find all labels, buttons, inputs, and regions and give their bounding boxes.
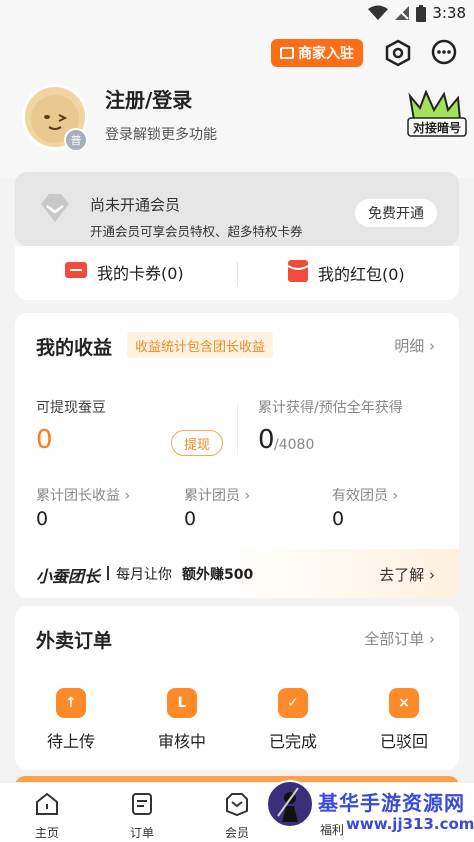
coupon-row: 我的卡券(0) 我的红包(0) [15, 246, 459, 300]
withdrawable-value: 0 [36, 425, 53, 455]
all-orders-link[interactable]: 全部订单 › [364, 628, 435, 649]
member-description: 开通会员可享会员特权、超多特权卡券 [90, 224, 303, 239]
watermark-logo [266, 780, 314, 828]
team-leader-banner[interactable]: 小蚕团长 每月让你 额外赚500 去了解 › [15, 549, 459, 598]
withdrawable-label: 可提现蚕豆 [36, 400, 106, 416]
tab-member[interactable]: 会员 [207, 791, 267, 841]
status-time: 3:38 [432, 4, 466, 22]
earnings-detail-link[interactable]: 明细 › [394, 335, 435, 356]
shop-icon [280, 47, 294, 59]
stat-active-members[interactable]: 有效团员 › [332, 485, 398, 505]
order-status-pending-upload[interactable]: ↑ 待上传 [21, 688, 121, 752]
order-list-icon [132, 793, 152, 815]
total-earned-estimate: /4080 [274, 437, 315, 453]
learn-more-link[interactable]: 去了解 › [379, 564, 435, 585]
order-status-rejected[interactable]: × 已驳回 [354, 688, 454, 752]
orders-card: 外卖订单 全部订单 › ↑ 待上传 L 审核中 ✓ 已完成 × 已驳回 [15, 606, 459, 770]
wifi-icon [368, 5, 389, 21]
stat-active-members-value: 0 [332, 508, 345, 530]
home-icon [36, 792, 58, 815]
battery-icon [416, 4, 427, 22]
merchant-join-button[interactable]: 商家入驻 [271, 39, 363, 67]
login-title[interactable]: 注册/登录 [105, 84, 192, 113]
team-leader-brand: 小蚕团长 [36, 567, 101, 586]
close-icon: × [389, 688, 419, 718]
withdraw-button[interactable]: 提现 [171, 430, 223, 456]
status-bar: 3:38 [0, 0, 474, 28]
stat-leader-earnings[interactable]: 累计团长收益 › [36, 485, 130, 505]
stat-members-value: 0 [184, 508, 197, 530]
clock-icon: L [167, 688, 197, 718]
earnings-card: 我的收益 收益统计包含团长收益 明细 › 可提现蚕豆 0 提现 累计获得/预估全… [15, 313, 459, 598]
coupon-icon [65, 261, 87, 283]
svg-text:对接暗号: 对接暗号 [413, 120, 461, 135]
tab-home[interactable]: 主页 [17, 791, 77, 841]
upload-icon: ↑ [56, 688, 86, 718]
settings-icon[interactable] [384, 39, 412, 67]
free-open-button[interactable]: 免费开通 [355, 199, 437, 227]
message-icon[interactable] [430, 39, 458, 67]
divider [107, 566, 109, 580]
divider [237, 403, 238, 455]
login-subtitle: 登录解锁更多功能 [105, 127, 217, 143]
member-title: 尚未开通会员 [90, 196, 181, 214]
my-redpacks-link[interactable]: 我的红包(0) [287, 260, 405, 286]
divider [237, 262, 238, 286]
check-icon: ✓ [278, 688, 308, 718]
order-status-completed[interactable]: ✓ 已完成 [243, 688, 343, 752]
member-shield-icon [226, 793, 248, 817]
signal-off-icon [394, 5, 410, 21]
earnings-tag: 收益统计包含团长收益 [127, 332, 274, 358]
order-status-reviewing[interactable]: L 审核中 [132, 688, 232, 752]
orders-title: 外卖订单 [36, 630, 113, 652]
watermark-url: www.jj313.com [346, 815, 474, 833]
my-coupons-link[interactable]: 我的卡券(0) [65, 260, 184, 284]
total-earned-label: 累计获得/预估全年获得 [258, 400, 403, 416]
red-packet-icon [287, 260, 309, 286]
stat-members[interactable]: 累计团员 › [184, 485, 250, 505]
team-leader-text: 每月让你 [116, 567, 172, 583]
member-level-badge: 普 [64, 128, 88, 152]
earnings-title: 我的收益 [36, 337, 113, 359]
tab-orders[interactable]: 订单 [112, 791, 172, 841]
vip-crown-icon [37, 190, 73, 226]
ninja-logo-icon [277, 787, 299, 822]
team-leader-highlight: 额外赚500 [182, 567, 254, 583]
watermark-title: 基华手游资源网 [318, 791, 465, 815]
code-word-badge[interactable]: 对接暗号 [404, 89, 470, 142]
total-earned-value: 0 [258, 425, 275, 455]
stat-leader-earnings-value: 0 [36, 508, 49, 530]
